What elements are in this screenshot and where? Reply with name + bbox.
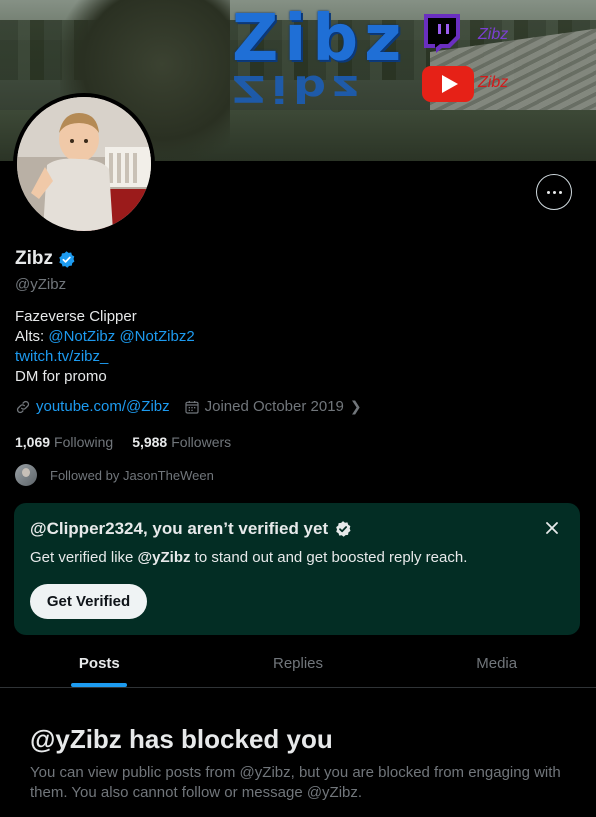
followers-label: Followers [171,434,232,450]
follow-stats: 1,069 Following 5,988 Followers [15,434,250,450]
verification-prompt-card: @Clipper2324, you aren’t verified yet Ge… [14,503,580,635]
website-link[interactable]: youtube.com/@Zibz [36,398,170,415]
profile-tabs: Posts Replies Media [0,640,596,688]
verified-badge-icon[interactable] [57,250,76,269]
verified-badge-icon [336,521,351,537]
profile-avatar[interactable] [13,93,155,235]
banner-logo-reflection: Zibz [232,67,365,111]
verify-card-subtitle: Get verified like @yZibz to stand out an… [30,549,467,566]
more-options-button[interactable] [536,174,572,210]
bio-line-4: DM for promo [15,368,107,385]
verify-sub-prefix: Get verified like [30,549,138,566]
bio-alt-link-2[interactable]: @NotZibz2 [119,328,194,345]
follower-avatar [15,464,37,486]
tab-media[interactable]: Media [397,640,596,687]
close-card-button[interactable] [541,517,563,539]
banner-twitch-name: Zibz [478,26,509,43]
verify-sub-handle: @yZibz [137,549,191,566]
joined-item[interactable]: Joined October 2019 ❯ [184,398,362,415]
blocked-message: You can view public posts from @yZibz, b… [30,764,561,801]
youtube-icon [422,66,474,102]
tab-posts[interactable]: Posts [0,640,199,687]
profile-meta: youtube.com/@Zibz Joined October 2019 ❯ [15,398,362,415]
profile-name-row: Zibz [15,248,76,270]
verify-card-title-row: @Clipper2324, you aren’t verified yet [30,519,352,539]
followers-count: 5,988 [132,434,168,450]
twitch-icon [424,14,460,53]
link-icon [16,400,30,413]
display-name: Zibz [15,248,53,269]
followed-by-text: Followed by JasonTheWeen [50,467,214,483]
tab-replies[interactable]: Replies [199,640,398,687]
bio-alts-line: Alts: @NotZibz @NotZibz2 [15,327,195,347]
close-icon [546,522,558,534]
following-count: 1,069 [15,434,51,450]
blocked-title: @yZibz has blocked you [30,724,333,754]
bio-alt-link-1[interactable]: @NotZibz [48,328,115,345]
verify-card-title: @Clipper2324, you aren’t verified yet [30,519,329,538]
profile-bio: Fazeverse Clipper Alts: @NotZibz @NotZib… [15,307,195,387]
more-dot-icon [558,190,562,194]
get-verified-button[interactable]: Get Verified [30,584,147,619]
bio-twitch-link[interactable]: twitch.tv/zibz_ [15,347,195,367]
bio-line-1: Fazeverse Clipper [15,308,137,325]
following-link[interactable]: 1,069 Following [15,434,113,450]
more-dot-icon [552,190,556,194]
chevron-right-icon: ❯ [349,398,362,414]
profile-handle: @yZibz [15,276,67,293]
banner-logo: Zibz [232,2,408,76]
banner-youtube-name: Zibz [478,74,509,91]
avatar-image [17,97,151,231]
followed-by-row[interactable]: Followed by JasonTheWeen [15,464,214,486]
verify-sub-suffix: to stand out and get boosted reply reach… [190,549,468,566]
website-item: youtube.com/@Zibz [15,398,170,415]
followers-link[interactable]: 5,988 Followers [132,434,231,450]
calendar-icon [185,400,199,414]
bio-alts-label: Alts: [15,328,49,345]
more-dot-icon [546,190,550,194]
following-label: Following [54,434,114,450]
joined-date: Joined October 2019 [204,398,344,415]
